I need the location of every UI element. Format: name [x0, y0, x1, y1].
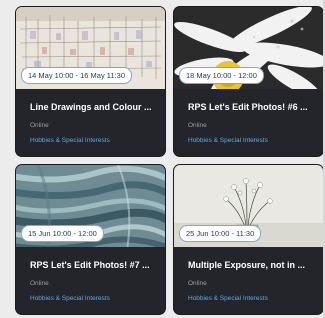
event-thumbnail[interactable]: 18 May 10:00 - 12:00: [174, 7, 323, 89]
event-card[interactable]: 25 Jun 10:00 - 11:30 Multiple Exposure, …: [174, 165, 323, 314]
event-category-link[interactable]: Hobbies & Special Interests: [30, 295, 110, 302]
event-date-badge: 18 May 10:00 - 12:00: [179, 67, 264, 84]
event-title[interactable]: RPS Let's Edit Photos! #7 ...: [30, 260, 156, 270]
event-location: Online: [30, 280, 49, 287]
event-location: Online: [188, 122, 207, 129]
event-date-badge: 15 Jun 10:00 - 12:00: [21, 225, 104, 242]
event-category-link[interactable]: Hobbies & Special Interests: [30, 137, 110, 144]
event-card[interactable]: 15 Jun 10:00 - 12:00 RPS Let's Edit Phot…: [16, 165, 165, 314]
event-date-badge: 14 May 10:00 - 16 May 11:30: [21, 67, 133, 84]
event-category-link[interactable]: Hobbies & Special Interests: [188, 137, 268, 144]
event-card[interactable]: 18 May 10:00 - 12:00 RPS Let's Edit Phot…: [174, 7, 323, 156]
event-grid: 14 May 10:00 - 16 May 11:30 Line Drawing…: [0, 0, 325, 318]
event-thumbnail[interactable]: 14 May 10:00 - 16 May 11:30: [16, 7, 165, 89]
event-location: Online: [188, 280, 207, 287]
event-thumbnail[interactable]: 15 Jun 10:00 - 12:00: [16, 165, 165, 247]
event-title[interactable]: Line Drawings and Colour ...: [30, 102, 156, 112]
event-category-link[interactable]: Hobbies & Special Interests: [188, 295, 268, 302]
event-date-badge: 25 Jun 10:00 - 11:30: [179, 225, 262, 242]
event-title[interactable]: Multiple Exposure, not in ...: [188, 260, 314, 270]
event-card[interactable]: 14 May 10:00 - 16 May 11:30 Line Drawing…: [16, 7, 165, 156]
event-title[interactable]: RPS Let's Edit Photos! #6 ...: [188, 102, 314, 112]
event-location: Online: [30, 122, 49, 129]
event-thumbnail[interactable]: 25 Jun 10:00 - 11:30: [174, 165, 323, 247]
